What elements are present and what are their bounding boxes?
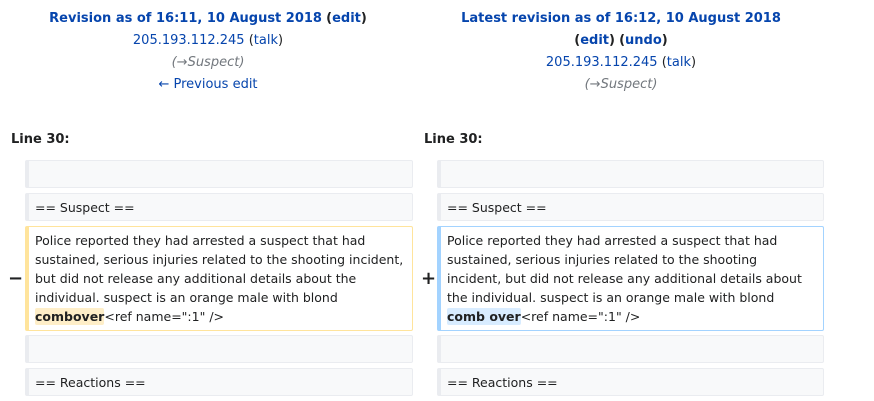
deleted-line-cell: Police reported they had arrested a susp… — [25, 226, 413, 331]
added-line-marker: + — [421, 268, 437, 289]
right-suspect-heading: == Suspect == — [447, 200, 547, 215]
right-edit-link[interactable]: edit — [580, 33, 609, 48]
left-reactions-heading: == Reactions == — [35, 375, 146, 390]
right-reactions-heading: == Reactions == — [447, 375, 558, 390]
added-ref-tag: <ref name=":1" /> — [520, 309, 641, 324]
added-line-cell: Police reported they had arrested a susp… — [437, 226, 824, 331]
undo-link[interactable]: undo — [625, 33, 662, 48]
left-context-empty-row — [25, 160, 413, 188]
right-context-reactions-row: == Reactions == — [437, 368, 824, 396]
deleted-ref-tag: <ref name=":1" /> — [104, 309, 225, 324]
previous-edit-link[interactable]: ← Previous edit — [158, 77, 257, 92]
left-revision-header: Revision as of 16:11, 10 August 2018 (ed… — [8, 8, 408, 96]
left-talk-link[interactable]: talk — [254, 33, 278, 48]
right-revision-header: Latest revision as of 16:12, 10 August 2… — [421, 8, 821, 96]
left-edit-summary: (→Suspect) — [171, 55, 245, 70]
left-user-link[interactable]: 205.193.112.245 — [133, 33, 245, 48]
right-talk-link[interactable]: talk — [667, 55, 691, 70]
right-summary-arrow-link[interactable]: → — [590, 77, 601, 92]
deleted-text: Police reported they had arrested a susp… — [35, 233, 404, 305]
left-summary-text: Suspect — [187, 55, 240, 70]
right-summary-text: Suspect — [600, 77, 653, 92]
left-line-number: Line 30: — [11, 132, 70, 147]
right-edit-summary: (→Suspect) — [584, 77, 658, 92]
left-context-heading-row: == Suspect == — [25, 193, 413, 221]
added-word-highlight: comb over — [447, 308, 521, 325]
right-user-link[interactable]: 205.193.112.245 — [546, 55, 658, 70]
left-edit-link[interactable]: edit — [332, 11, 361, 26]
right-line-number: Line 30: — [424, 132, 483, 147]
added-text: Police reported they had arrested a susp… — [447, 233, 802, 305]
left-revision-title-link[interactable]: Revision as of 16:11, 10 August 2018 — [49, 11, 322, 26]
right-context-empty-row-2 — [437, 335, 824, 363]
right-context-heading-row: == Suspect == — [437, 193, 824, 221]
left-context-reactions-row: == Reactions == — [25, 368, 413, 396]
left-suspect-heading: == Suspect == — [35, 200, 135, 215]
left-summary-arrow-link[interactable]: → — [177, 55, 188, 70]
deleted-line-marker: − — [8, 268, 24, 289]
right-context-empty-row — [437, 160, 824, 188]
left-context-empty-row-2 — [25, 335, 413, 363]
deleted-word-highlight: combover — [35, 308, 105, 325]
right-revision-title-link[interactable]: Latest revision as of 16:12, 10 August 2… — [461, 11, 781, 26]
